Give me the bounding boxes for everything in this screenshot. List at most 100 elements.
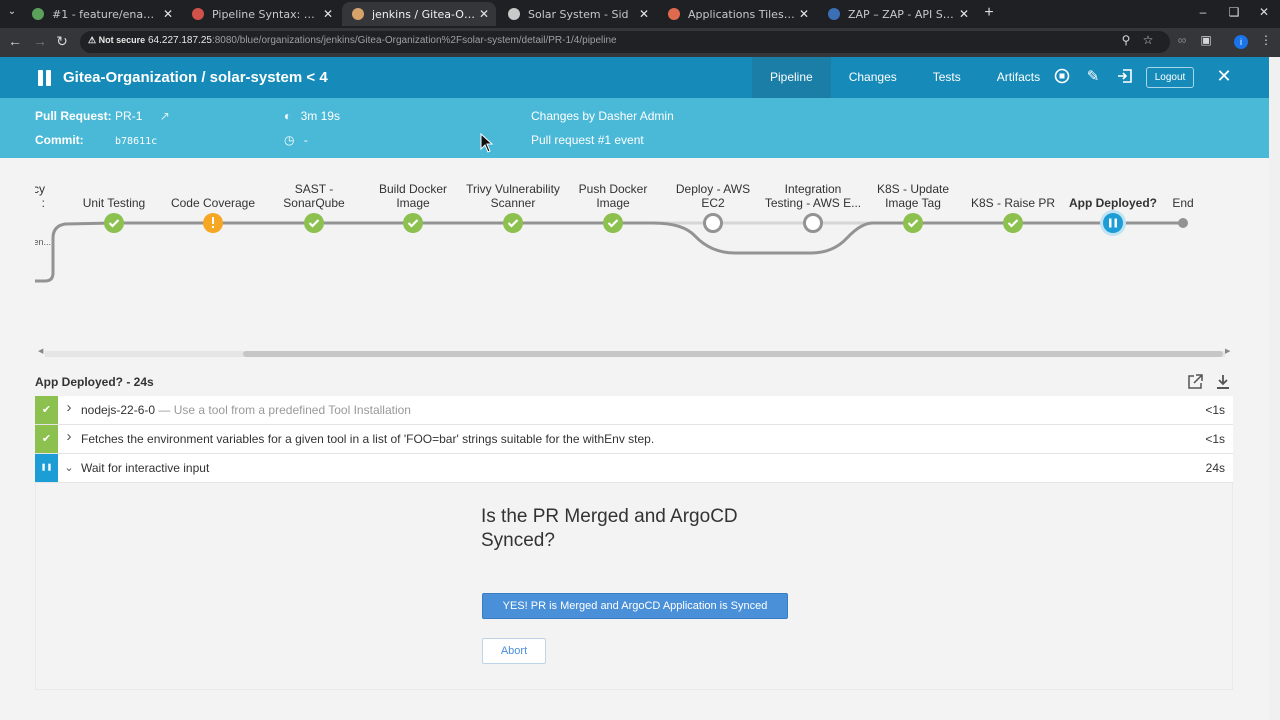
tab-title: jenkins / Gitea-Organization/so	[372, 7, 476, 21]
bookmark-star-icon[interactable]: ☆	[1140, 33, 1156, 47]
stage-label-integration-testing-aws-e[interactable]: Integration Testing - AWS E...	[763, 182, 863, 210]
stage-label-line: End	[1172, 196, 1194, 210]
logout-button[interactable]: Logout	[1146, 67, 1194, 88]
run-number: 4	[319, 69, 328, 86]
step-log-title: App Deployed? - 24s	[35, 375, 154, 389]
tab-title: #1 - feature/enabling-cicd - jen	[52, 7, 160, 21]
zoom-icon[interactable]: ⚲	[1118, 33, 1134, 47]
input-question: Is the PR Merged and ArgoCD Synced?	[481, 506, 738, 551]
tab-title: ZAP – ZAP - API Scan	[848, 7, 956, 21]
step-row[interactable]: ✔ › Fetches the environment variables for …	[35, 425, 1233, 454]
stage-label-push-docker-image[interactable]: Push Docker Image	[563, 182, 663, 210]
step-row[interactable]: ✔ › nodejs-22-6-0 — Use a tool from a pred…	[35, 396, 1233, 425]
tab-title: Applications Tiles - Argo CD	[688, 7, 796, 21]
browser-menu-icon[interactable]: ⋮	[1258, 33, 1274, 47]
stage-label-trivy-vulnerability-scanner[interactable]: Trivy Vulnerability Scanner	[463, 182, 563, 210]
stage-label-line: SAST -	[294, 182, 334, 196]
end-node	[1178, 218, 1188, 228]
minimize-icon[interactable]: –	[1195, 5, 1211, 19]
tab-artifacts[interactable]: Artifacts	[979, 57, 1058, 98]
stage-label-sast-sonarqube[interactable]: SAST - SonarQube	[264, 182, 364, 210]
profile-avatar[interactable]: i	[1234, 35, 1248, 49]
browser-tab-6[interactable]: ZAP – ZAP - API Scan ✕	[818, 2, 976, 26]
stage-label-k8s-update-image-tag[interactable]: K8S - Update Image Tag	[863, 182, 963, 210]
external-link-icon[interactable]: ↗	[160, 109, 170, 123]
changes-text: Changes by Dasher Admin	[531, 109, 674, 123]
forward-icon[interactable]: →	[31, 33, 49, 49]
tab-pipeline[interactable]: Pipeline	[752, 57, 831, 98]
tab-close-icon[interactable]: ✕	[636, 7, 652, 21]
stage-label-line: Unit Testing	[82, 196, 146, 210]
run-chevron-icon[interactable]: <	[306, 69, 319, 86]
step-duration: 24s	[1205, 461, 1225, 475]
stage-label-code-coverage[interactable]: Code Coverage	[163, 196, 263, 210]
exit-classic-icon[interactable]	[1116, 68, 1134, 86]
browser-tab-3[interactable]: jenkins / Gitea-Organization/so✕	[342, 2, 496, 26]
step-row[interactable]: ❚❚ ⌄ Wait for interactive input 24s	[35, 454, 1233, 483]
app-header: Gitea-Organization / solar-system < 4 Pi…	[0, 57, 1269, 98]
stage-label-partial: cy :	[35, 182, 45, 210]
graph-scrollbar[interactable]: ◀ ▶	[35, 347, 1233, 359]
stage-label-line: Image	[596, 196, 630, 210]
back-icon[interactable]: ←	[6, 33, 24, 49]
stage-label-deploy-aws-ec2[interactable]: Deploy - AWS EC2	[663, 182, 763, 210]
close-icon[interactable]: ✕	[1214, 66, 1234, 87]
cause-text: Pull request #1 event	[531, 133, 644, 147]
scroll-left-icon[interactable]: ◀	[38, 347, 43, 355]
tab-close-icon[interactable]: ✕	[956, 7, 972, 21]
browser-tab-4[interactable]: Solar System - Sid ✕	[498, 2, 656, 26]
step-text: Fetches the environment variables for a …	[81, 432, 654, 446]
reload-icon[interactable]: ↻	[53, 33, 71, 50]
window-close-icon[interactable]: ✕	[1256, 5, 1272, 19]
proceed-button[interactable]: YES! PR is Merged and ArgoCD Application…	[482, 593, 788, 619]
browser-tab-1[interactable]: #1 - feature/enabling-cicd - jen✕	[22, 2, 180, 26]
url-field[interactable]: ⚠ Not secure 64.227.187.25:8080/blue/org…	[80, 31, 1170, 53]
tab-changes[interactable]: Changes	[831, 57, 915, 98]
chevron-right-icon[interactable]: ›	[63, 428, 75, 445]
edit-pencil-icon[interactable]: ✎	[1084, 68, 1102, 86]
step-duration: <1s	[1205, 403, 1225, 417]
stage-label-line: Image	[396, 196, 430, 210]
chevron-right-icon[interactable]: ›	[63, 399, 75, 416]
run-summary: Pull Request: PR-1 ↗ Commit: b78611c ◐ 3…	[0, 98, 1269, 158]
pipeline-graph: Unit Testing Code Coverage SAST - SonarQube…	[35, 168, 1233, 358]
new-tab-button[interactable]: +	[980, 4, 998, 22]
tab-search-icon[interactable]: ⌄	[4, 6, 20, 22]
step-text: Wait for interactive input	[81, 461, 209, 475]
tab-title: Pipeline Syntax: Directive Gene	[212, 7, 320, 21]
tab-favicon-icon	[32, 8, 44, 20]
open-in-new-icon[interactable]	[1186, 374, 1204, 392]
scroll-right-icon[interactable]: ▶	[1225, 347, 1230, 355]
stage-label-line: K8S - Raise PR	[970, 196, 1056, 210]
browser-tab-strip: ⌄ #1 - feature/enabling-cicd - jen✕Pipel…	[0, 0, 1280, 28]
mouse-cursor-icon	[480, 133, 494, 153]
stage-label-unit-testing[interactable]: Unit Testing	[64, 196, 164, 210]
page-scrollbar[interactable]	[1269, 57, 1280, 720]
stage-label-end[interactable]: End	[1133, 196, 1233, 210]
tab-tests[interactable]: Tests	[915, 57, 979, 98]
extensions-puzzle-icon[interactable]: ▣	[1198, 33, 1214, 47]
browser-tab-5[interactable]: Applications Tiles - Argo CD✕	[658, 2, 816, 26]
commit-hash[interactable]: b78611c	[115, 136, 157, 147]
breadcrumb-pipeline-link[interactable]: Gitea-Organization / solar-system	[63, 69, 302, 86]
tab-close-icon[interactable]: ✕	[160, 7, 176, 21]
chevron-down-icon[interactable]: ⌄	[63, 461, 75, 474]
scroll-thumb[interactable]	[243, 351, 1223, 357]
tab-close-icon[interactable]: ✕	[796, 7, 812, 21]
stage-label-partial-line1: cy	[35, 182, 45, 196]
maximize-icon[interactable]: ❑	[1226, 5, 1242, 19]
extension-icon[interactable]: ∞	[1174, 33, 1190, 47]
browser-tab-2[interactable]: Pipeline Syntax: Directive Gene✕	[182, 2, 340, 26]
abort-button[interactable]: Abort	[482, 638, 546, 664]
tab-close-icon[interactable]: ✕	[320, 7, 336, 21]
stage-label-k8s-raise-pr[interactable]: K8S - Raise PR	[963, 196, 1063, 210]
not-secure-badge[interactable]: ⚠ Not secure	[88, 35, 145, 46]
stage-label-build-docker-image[interactable]: Build Docker Image	[363, 182, 463, 210]
run-paused-icon	[38, 70, 52, 86]
clock-icon: ◷	[284, 133, 295, 147]
url-text[interactable]: 64.227.187.25:8080/blue/organizations/je…	[148, 35, 617, 46]
tab-close-icon[interactable]: ✕	[476, 7, 492, 21]
pr-value[interactable]: PR-1	[115, 109, 142, 123]
stop-icon[interactable]	[1053, 68, 1071, 86]
download-icon[interactable]	[1214, 374, 1232, 392]
